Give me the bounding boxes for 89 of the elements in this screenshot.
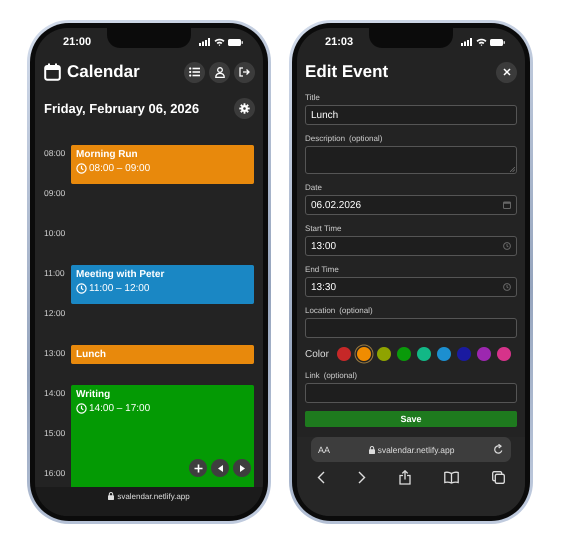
url-text: svalendar.netlify.app [117,492,190,501]
hour-label: 08:00 [44,147,66,158]
hour-label: 11:00 [44,267,66,278]
logout-button[interactable] [234,62,255,82]
hour-label: 16:00 [44,467,66,478]
clock-icon [76,163,87,174]
right-triangle-icon [240,464,244,472]
optional-hint: (optional) [339,306,373,314]
text-field[interactable]: Lunch [305,105,517,125]
color-swatch[interactable] [456,347,471,361]
event-card[interactable]: Meeting with Peter 11:00 – 12:00 [71,265,254,304]
clock-icon [503,283,511,291]
event-title: Meeting with Peter [76,269,166,280]
color-swatch[interactable] [336,347,351,361]
share-icon[interactable] [399,470,411,485]
clock-icon [503,242,511,250]
address-bar[interactable]: AA svalendar.netlify.app [311,437,511,462]
settings-icon [239,102,250,114]
field-label: Title [305,92,320,102]
reload-icon[interactable] [492,444,504,455]
text-field[interactable] [305,383,517,403]
event-card[interactable]: Writing 14:00 – 17:00 [71,385,254,487]
field-label: Location [305,306,336,314]
wifi-icon [476,38,487,46]
event-title: Writing [76,389,112,400]
signal-icon [199,38,211,46]
list-button[interactable] [184,62,205,82]
save-button[interactable]: Save [305,411,517,427]
time-field[interactable]: 13:30 [305,277,517,297]
logout-icon [239,67,250,77]
text-field[interactable] [305,318,517,338]
person-icon [214,66,224,78]
hour-label: 14:00 [44,387,66,398]
book-icon[interactable] [444,471,459,484]
close-icon [502,68,510,76]
settings-button[interactable] [234,98,255,118]
field-label: Color [305,348,329,360]
text-size-button[interactable]: AA [318,444,330,454]
optional-hint: (optional) [324,370,358,380]
field-label: Start Time [305,224,342,232]
date-field[interactable]: 06.02.2026 [305,195,517,215]
profile-button[interactable] [209,62,230,82]
status-time: 21:00 [63,36,92,48]
left-triangle-icon [218,464,222,472]
calendar-icon [44,63,61,81]
url-text: svalendar.netlify.app [378,444,454,454]
event-title: Morning Run [76,149,139,160]
clock-icon [76,403,87,414]
close-button[interactable] [496,62,517,82]
event-time: 11:00 – 12:00 [89,283,150,294]
time-field[interactable]: 13:00 [305,236,517,256]
hour-label: 10:00 [44,227,66,238]
plus-icon [194,464,202,472]
color-swatch[interactable] [476,347,491,361]
calendar-icon [503,201,511,209]
current-date: Friday, February 06, 2026 [44,100,200,116]
color-swatch[interactable] [376,347,391,361]
form-title: Edit Event [305,62,388,82]
tabs-icon[interactable] [492,471,505,484]
color-swatch[interactable] [496,347,511,361]
back-icon[interactable] [317,471,325,484]
color-swatch[interactable] [396,347,411,361]
list-icon [189,67,200,77]
battery-icon [490,38,505,46]
optional-hint: (optional) [349,134,382,142]
field-label: End Time [305,264,339,274]
field-label: Date [305,182,322,192]
hour-label: 09:00 [44,187,66,198]
field-label: Link [305,370,320,380]
hour-label: 15:00 [44,427,66,438]
clock-icon [76,283,87,294]
lock-icon [368,446,375,454]
battery-icon [228,38,243,46]
color-swatch[interactable] [356,347,371,361]
signal-icon [461,38,473,46]
forward-icon[interactable] [358,471,366,484]
hour-label: 13:00 [44,347,66,358]
field-label: Description [305,134,346,142]
color-swatch[interactable] [436,347,451,361]
hour-label: 12:00 [44,307,66,318]
app-title: Calendar [67,62,141,82]
status-time: 21:03 [325,36,354,48]
event-time: 08:00 – 09:00 [89,163,150,174]
resize-grip-icon [510,167,515,172]
lock-icon [108,492,114,500]
event-time: 14:00 – 17:00 [89,403,150,414]
color-swatch[interactable] [416,347,431,361]
event-title: Lunch [76,349,107,360]
wifi-icon [214,38,225,46]
